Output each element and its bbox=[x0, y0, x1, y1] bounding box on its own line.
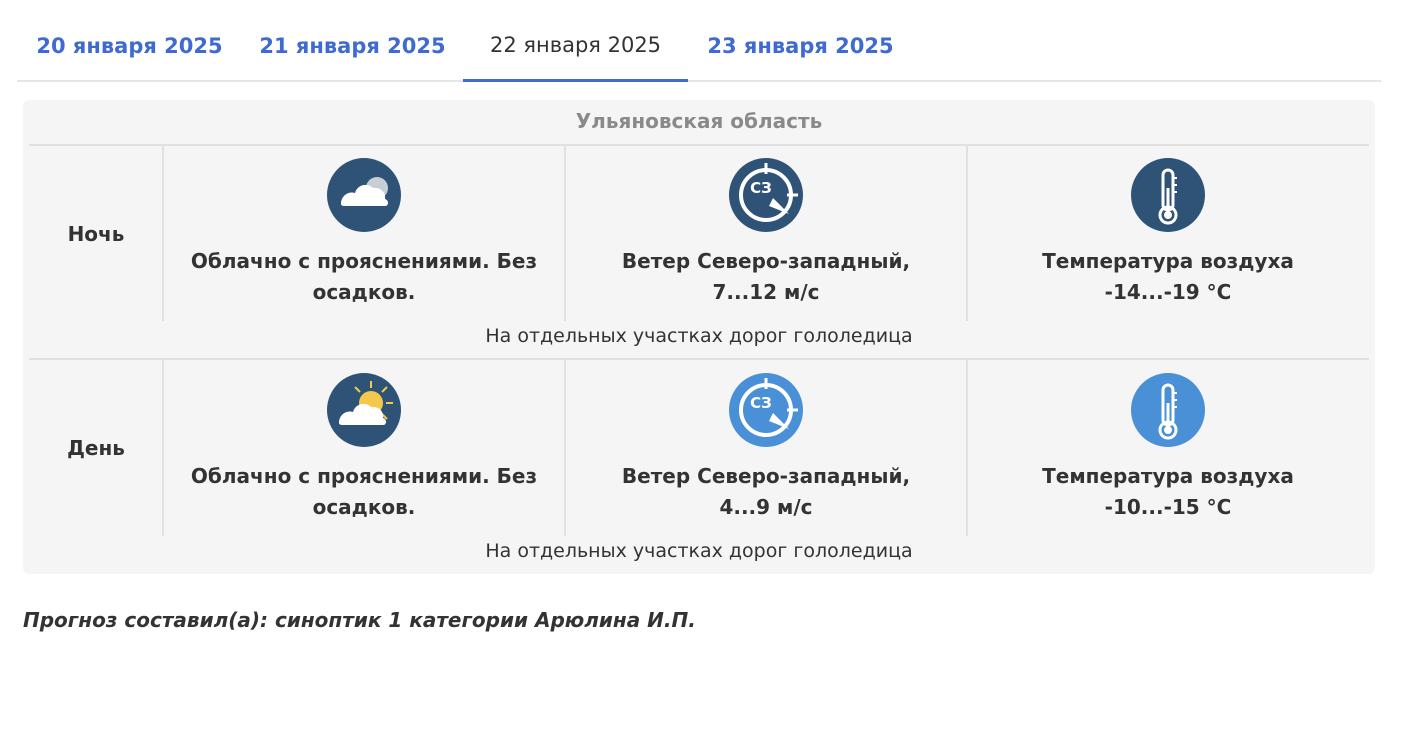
tab-21-january[interactable]: 21 января 2025 bbox=[242, 0, 463, 82]
tab-23-january[interactable]: 23 января 2025 bbox=[688, 0, 913, 82]
tab-22-january[interactable]: 22 января 2025 bbox=[463, 0, 688, 82]
night-sky-cell: Облачно с прояснениями. Без осадков. bbox=[164, 158, 564, 308]
day-temp-text: Температура воздуха -10...-15 °C bbox=[1042, 464, 1294, 519]
day-road-note: На отдельных участках дорог гололедица bbox=[485, 540, 913, 562]
night-wind-text: Ветер Северо-западный, 7...12 м/с bbox=[621, 249, 911, 304]
forecast-author: Прогноз составил(а): синоптик 1 категори… bbox=[23, 608, 696, 632]
tab-20-january[interactable]: 20 января 2025 bbox=[17, 0, 242, 82]
day-wind-cell: СЗ Ветер Северо-западный, 4...9 м/с bbox=[566, 373, 966, 523]
day-sky-text: Облачно с прояснениями. Без осадков. bbox=[190, 464, 538, 519]
night-temp-cell: Температура воздуха -14...-19 °C bbox=[968, 158, 1368, 308]
wind-badge-day: СЗ bbox=[750, 394, 772, 412]
night-temp-text: Температура воздуха -14...-19 °C bbox=[1042, 249, 1294, 304]
period-day-label: День bbox=[67, 436, 125, 460]
region-title: Ульяновская область bbox=[575, 109, 823, 133]
partly-cloudy-day-icon bbox=[327, 373, 401, 447]
day-wind-text: Ветер Северо-западный, 4...9 м/с bbox=[621, 464, 911, 519]
wind-direction-day-icon: СЗ bbox=[729, 373, 803, 447]
forecast-panel: Ульяновская область Ночь Облачно с прояс… bbox=[23, 100, 1375, 574]
period-night-label: Ночь bbox=[67, 221, 125, 246]
wind-direction-night-icon: СЗ bbox=[729, 158, 803, 232]
night-road-note: На отдельных участках дорог гололедица bbox=[485, 325, 913, 347]
divider bbox=[29, 358, 1369, 360]
day-temp-cell: Температура воздуха -10...-15 °C bbox=[968, 373, 1368, 523]
wind-badge-night: СЗ bbox=[750, 179, 772, 197]
thermometer-day-icon bbox=[1131, 373, 1205, 447]
day-sky-cell: Облачно с прояснениями. Без осадков. bbox=[164, 373, 564, 523]
partly-cloudy-night-icon bbox=[327, 158, 401, 232]
date-tabs: 20 января 2025 21 января 2025 22 января … bbox=[17, 0, 1381, 82]
thermometer-night-icon bbox=[1131, 158, 1205, 232]
divider bbox=[29, 144, 1369, 146]
night-sky-text: Облачно с прояснениями. Без осадков. bbox=[190, 249, 538, 304]
night-wind-cell: СЗ Ветер Северо-западный, 7...12 м/с bbox=[566, 158, 966, 308]
